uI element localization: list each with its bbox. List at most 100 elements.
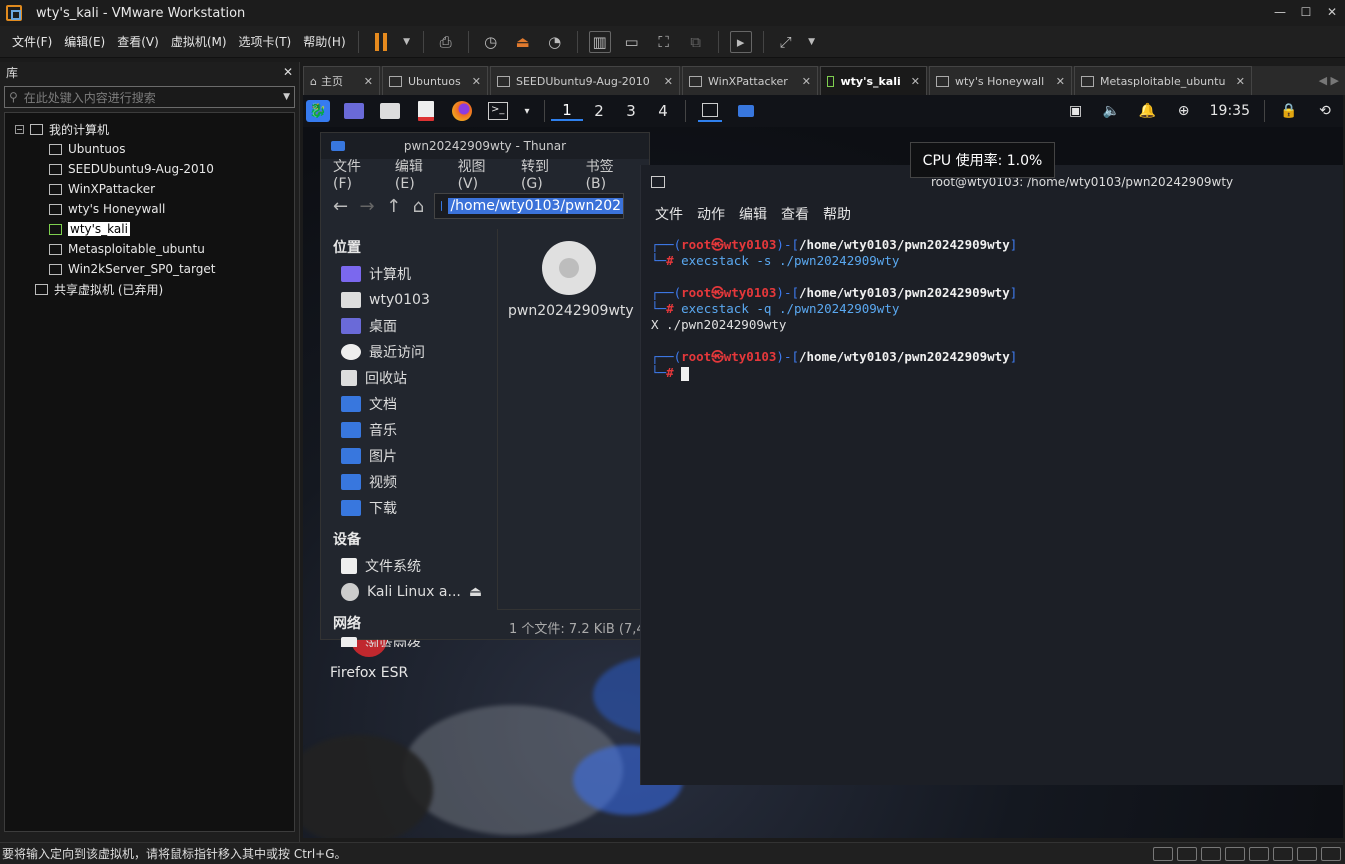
place-recent[interactable]: 最近访问	[321, 339, 495, 365]
search-dropdown-icon[interactable]: ▼	[283, 92, 290, 102]
maximize-icon[interactable]: ☐	[1293, 0, 1319, 26]
menu-vm[interactable]: 虚拟机(M)	[165, 33, 233, 50]
unity-icon[interactable]: ⧉	[685, 31, 707, 53]
device-kali-disc[interactable]: Kali Linux a... ⏏	[321, 579, 495, 605]
hdd-icon[interactable]	[1153, 846, 1173, 861]
kali-menu-icon[interactable]: 🐉	[306, 100, 330, 122]
menu-tabs[interactable]: 选项卡(T)	[233, 33, 298, 50]
close-tab-icon[interactable]: ✕	[1226, 75, 1245, 88]
terminal-menu-view[interactable]: 查看	[781, 204, 809, 224]
terminal-launcher-icon[interactable]: >_	[486, 100, 510, 122]
close-tab-icon[interactable]: ✕	[462, 75, 481, 88]
terminal-menu-actions[interactable]: 动作	[697, 204, 725, 224]
workspace-2[interactable]: 2	[583, 102, 615, 120]
message-icon[interactable]	[1321, 846, 1341, 861]
place-documents[interactable]: 文档	[321, 391, 495, 417]
logout-icon[interactable]: ⟲	[1313, 100, 1337, 122]
terminal-menu-file[interactable]: 文件	[655, 204, 683, 224]
workspace-1[interactable]: 1	[551, 101, 583, 121]
menu-view[interactable]: 查看(V)	[111, 33, 165, 50]
home-icon[interactable]: ⌂	[413, 196, 424, 217]
up-icon[interactable]: ↑	[386, 196, 401, 217]
library-search-input[interactable]: ⚲ 在此处键入内容进行搜索 ▼	[4, 86, 295, 108]
menu-help[interactable]: 帮助(H)	[297, 33, 351, 50]
power-manager-icon[interactable]: ⊕	[1172, 100, 1196, 122]
menu-edit[interactable]: 编辑(E)	[58, 33, 111, 50]
network-adapter-icon[interactable]	[1201, 846, 1221, 861]
thunar-titlebar[interactable]: pwn20242909wty - Thunar	[321, 133, 649, 159]
tab-honeywall[interactable]: wty's Honeywall ✕	[929, 66, 1072, 95]
tab-metasploitable[interactable]: Metasploitable_ubuntu ✕	[1074, 66, 1252, 95]
stretch-dropdown-icon[interactable]: ▼	[807, 31, 817, 53]
place-trash[interactable]: 回收站	[321, 365, 495, 391]
close-icon[interactable]: ✕	[1319, 0, 1345, 26]
snapshot-manager-icon[interactable]: ◔	[544, 31, 566, 53]
workspace-3[interactable]: 3	[615, 102, 647, 120]
tab-seedubuntu[interactable]: SEEDUbuntu9-Aug-2010 ✕	[490, 66, 680, 95]
power-dropdown-icon[interactable]: ▼	[402, 31, 412, 53]
printer-icon[interactable]	[1273, 846, 1293, 861]
tree-item-win2k[interactable]: Win2kServer_SP0_target	[5, 259, 294, 279]
terminal-menu-help[interactable]: 帮助	[823, 204, 851, 224]
fullscreen-icon[interactable]: ⛶	[653, 31, 675, 53]
taskbar-thunar-icon[interactable]	[734, 100, 758, 122]
pause-button[interactable]	[370, 31, 392, 53]
thunar-file-view[interactable]: pwn20242909wty	[497, 229, 651, 609]
sound-icon[interactable]	[1249, 846, 1269, 861]
show-desktop-icon[interactable]	[342, 100, 366, 122]
tree-item-seedubuntu[interactable]: SEEDUbuntu9-Aug-2010	[5, 159, 294, 179]
send-ctrl-alt-del-icon[interactable]: ⎙	[435, 31, 457, 53]
collapse-icon[interactable]: −	[15, 124, 24, 134]
revert-snapshot-icon[interactable]: ⏏	[512, 31, 534, 53]
console-view-icon[interactable]: ▸	[729, 30, 752, 53]
volume-icon[interactable]: 🔈	[1100, 100, 1124, 122]
tab-kali[interactable]: wty's_kali ✕	[820, 66, 927, 95]
notification-bell-icon[interactable]: 🔔	[1136, 100, 1160, 122]
tree-item-shared[interactable]: 共享虚拟机 (已弃用)	[5, 279, 294, 299]
tab-scroll-left-icon[interactable]: ◀	[1319, 74, 1327, 87]
show-library-icon[interactable]: ▥	[588, 30, 611, 53]
location-input[interactable]: /home/wty0103/pwn202	[434, 193, 625, 219]
close-tab-icon[interactable]: ✕	[654, 75, 673, 88]
eject-icon[interactable]: ⏏	[469, 584, 482, 600]
launcher-dropdown-icon[interactable]: ▾	[522, 100, 532, 122]
close-tab-icon[interactable]: ✕	[1046, 75, 1065, 88]
tree-item-honeywall[interactable]: wty's Honeywall	[5, 199, 294, 219]
display-icon[interactable]	[1297, 846, 1317, 861]
tab-home[interactable]: ⌂ 主页 ✕	[303, 66, 380, 95]
stretch-guest-icon[interactable]: ⤢	[775, 31, 797, 53]
thunar-menu-file[interactable]: 文件(F)	[333, 156, 379, 192]
close-tab-icon[interactable]: ✕	[901, 75, 920, 88]
snapshot-icon[interactable]: ◷	[480, 31, 502, 53]
firefox-icon[interactable]	[450, 100, 474, 122]
place-computer[interactable]: 计算机	[321, 261, 495, 287]
back-icon[interactable]: ←	[333, 196, 348, 217]
terminal-menu-edit[interactable]: 编辑	[739, 204, 767, 224]
usb-icon[interactable]	[1225, 846, 1245, 861]
place-pictures[interactable]: 图片	[321, 443, 495, 469]
place-music[interactable]: 音乐	[321, 417, 495, 443]
file-name[interactable]: pwn20242909wty	[508, 303, 634, 319]
tree-root[interactable]: − 我的计算机	[5, 119, 294, 139]
file-manager-icon[interactable]	[378, 100, 402, 122]
thumbnail-bar-icon[interactable]: ▭	[621, 31, 643, 53]
forward-icon[interactable]: →	[360, 196, 375, 217]
tree-item-kali[interactable]: wty's_kali	[5, 219, 294, 239]
tab-scroll-right-icon[interactable]: ▶	[1331, 74, 1339, 87]
place-downloads[interactable]: 下载	[321, 495, 495, 521]
vm-screen[interactable]: 🐉 >_ ▾ 1 2 3 4 ▣ 🔈 🔔 ⊕ 19:35 🔒 ⟲ Firefox…	[303, 95, 1343, 838]
minimize-icon[interactable]: —	[1267, 0, 1293, 26]
tree-item-metasploitable[interactable]: Metasploitable_ubuntu	[5, 239, 294, 259]
lock-icon[interactable]: 🔒	[1277, 100, 1301, 122]
device-filesystem[interactable]: 文件系统	[321, 553, 495, 579]
place-videos[interactable]: 视频	[321, 469, 495, 495]
thunar-menu-edit[interactable]: 编辑(E)	[395, 156, 442, 192]
executable-file-icon[interactable]	[542, 241, 596, 295]
workspace-4[interactable]: 4	[647, 102, 679, 120]
tab-ubuntuos[interactable]: Ubuntuos ✕	[382, 66, 488, 95]
taskbar-terminal-icon[interactable]	[698, 100, 722, 122]
tree-item-winxpattacker[interactable]: WinXPattacker	[5, 179, 294, 199]
text-editor-icon[interactable]	[414, 100, 438, 122]
close-tab-icon[interactable]: ✕	[792, 75, 811, 88]
clock[interactable]: 19:35	[1210, 103, 1250, 119]
